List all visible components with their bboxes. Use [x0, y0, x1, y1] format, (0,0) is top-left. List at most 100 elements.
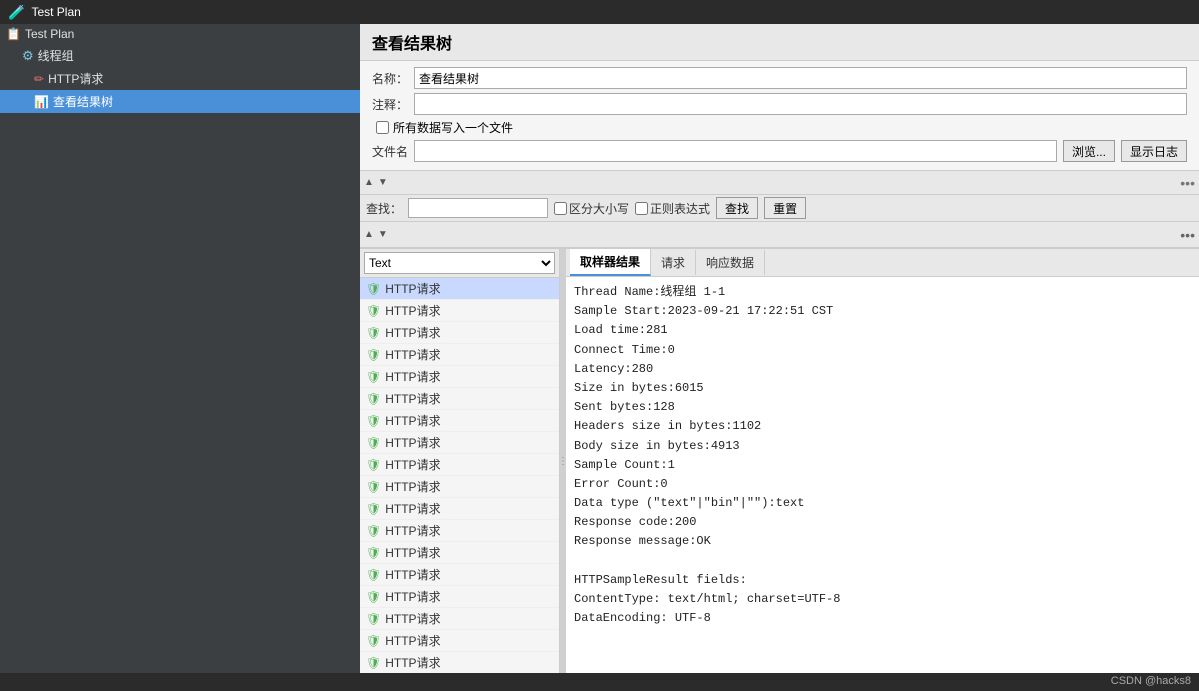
- left-panel: Text HTML JSON XML RegExp 🛡 HTTP请求 🛡: [360, 249, 560, 673]
- page-title: 查看结果树: [372, 36, 452, 53]
- sidebar-item-test-plan[interactable]: 📋 Test Plan: [0, 24, 360, 44]
- sidebar-item-label-test-plan: Test Plan: [25, 27, 74, 41]
- form-area: 名称： 注释： 所有数据写入一个文件 文件名 浏览... 显示日志: [360, 61, 1199, 171]
- http-list-item-1[interactable]: 🛡 HTTP请求: [360, 300, 559, 322]
- http-list-item-9[interactable]: 🛡 HTTP请求: [360, 476, 559, 498]
- http-item-label-3: HTTP请求: [385, 346, 440, 363]
- format-select[interactable]: Text HTML JSON XML RegExp: [364, 252, 555, 274]
- bottom-text: CSDN @hacks8: [1111, 675, 1191, 687]
- regex-label[interactable]: 正则表达式: [635, 200, 710, 217]
- shield-icon-5: 🛡: [366, 392, 381, 406]
- down-arrow-1[interactable]: ▼: [378, 177, 388, 188]
- upper-toolbar: ▲ ▼ •••: [360, 171, 1199, 195]
- http-list-item-2[interactable]: 🛡 HTTP请求: [360, 322, 559, 344]
- name-label: 名称：: [372, 70, 408, 87]
- http-item-label-13: HTTP请求: [385, 566, 440, 583]
- bottom-bar: CSDN @hacks8: [0, 673, 1199, 691]
- content-header: 查看结果树: [360, 24, 1199, 61]
- http-list-item-11[interactable]: 🛡 HTTP请求: [360, 520, 559, 542]
- all-data-checkbox[interactable]: [376, 121, 389, 134]
- http-list-item-4[interactable]: 🛡 HTTP请求: [360, 366, 559, 388]
- shield-icon-14: 🛡: [366, 590, 381, 604]
- http-list-item-5[interactable]: 🛡 HTTP请求: [360, 388, 559, 410]
- http-item-label-17: HTTP请求: [385, 654, 440, 671]
- http-list-item-6[interactable]: 🛡 HTTP请求: [360, 410, 559, 432]
- shield-icon-7: 🛡: [366, 436, 381, 450]
- http-list: 🛡 HTTP请求 🛡 HTTP请求 🛡 HTTP请求 🛡 HTTP请求: [360, 278, 559, 673]
- up-arrow-1[interactable]: ▲: [364, 177, 374, 188]
- sidebar-item-http-request[interactable]: ✏ HTTP请求: [0, 67, 360, 90]
- http-item-label-7: HTTP请求: [385, 434, 440, 451]
- shield-icon-13: 🛡: [366, 568, 381, 582]
- shield-icon-12: 🛡: [366, 546, 381, 560]
- main-layout: 📋 Test Plan ⚙ 线程组 ✏ HTTP请求 📊 查看结果树 查看结果树: [0, 24, 1199, 673]
- http-list-item-14[interactable]: 🛡 HTTP请求: [360, 586, 559, 608]
- http-item-label-15: HTTP请求: [385, 610, 440, 627]
- name-row: 名称：: [372, 67, 1187, 89]
- sidebar-item-thread-group[interactable]: ⚙ 线程组: [0, 44, 360, 67]
- shield-icon-10: 🛡: [366, 502, 381, 516]
- http-item-label-8: HTTP请求: [385, 456, 440, 473]
- comment-input[interactable]: [414, 93, 1187, 115]
- sidebar-item-view-result-tree[interactable]: 📊 查看结果树: [0, 90, 360, 113]
- shield-icon-0: 🛡: [366, 282, 381, 296]
- http-item-label-12: HTTP请求: [385, 544, 440, 561]
- http-list-item-13[interactable]: 🛡 HTTP请求: [360, 564, 559, 586]
- result-tabs: 取样器结果 请求 响应数据: [566, 249, 1199, 277]
- search-button[interactable]: 查找: [716, 197, 758, 219]
- case-sensitive-checkbox[interactable]: [554, 202, 567, 215]
- search-label: 查找：: [366, 200, 402, 217]
- http-list-item-8[interactable]: 🛡 HTTP请求: [360, 454, 559, 476]
- tab-request[interactable]: 请求: [651, 250, 696, 275]
- http-item-label-16: HTTP请求: [385, 632, 440, 649]
- http-list-item-16[interactable]: 🛡 HTTP请求: [360, 630, 559, 652]
- title-bar: 🧪 Test Plan: [0, 0, 1199, 24]
- up-arrow-2[interactable]: ▲: [364, 229, 374, 240]
- title-text: Test Plan: [31, 5, 80, 19]
- tree-icon: 📊: [34, 95, 49, 109]
- browse-button[interactable]: 浏览...: [1063, 140, 1115, 162]
- shield-icon-9: 🛡: [366, 480, 381, 494]
- shield-icon-17: 🛡: [366, 656, 381, 670]
- toolbar-dots-2[interactable]: •••: [1180, 227, 1195, 243]
- http-item-label-0: HTTP请求: [385, 280, 440, 297]
- file-input[interactable]: [414, 140, 1057, 162]
- file-label: 文件名: [372, 143, 408, 160]
- shield-icon-1: 🛡: [366, 304, 381, 318]
- file-row: 文件名 浏览... 显示日志: [372, 140, 1187, 162]
- http-item-label-2: HTTP请求: [385, 324, 440, 341]
- log-button[interactable]: 显示日志: [1121, 140, 1187, 162]
- http-list-item-17[interactable]: 🛡 HTTP请求: [360, 652, 559, 673]
- http-item-label-4: HTTP请求: [385, 368, 440, 385]
- all-data-row: 所有数据写入一个文件: [372, 119, 1187, 136]
- http-list-item-3[interactable]: 🛡 HTTP请求: [360, 344, 559, 366]
- name-input[interactable]: [414, 67, 1187, 89]
- http-item-label-5: HTTP请求: [385, 390, 440, 407]
- regex-checkbox[interactable]: [635, 202, 648, 215]
- http-item-label-10: HTTP请求: [385, 500, 440, 517]
- http-list-item-10[interactable]: 🛡 HTTP请求: [360, 498, 559, 520]
- shield-icon-2: 🛡: [366, 326, 381, 340]
- http-icon: ✏: [34, 72, 44, 86]
- tab-sampler-result[interactable]: 取样器结果: [570, 249, 651, 276]
- http-item-label-9: HTTP请求: [385, 478, 440, 495]
- http-item-label-14: HTTP请求: [385, 588, 440, 605]
- comment-row: 注释：: [372, 93, 1187, 115]
- reset-button[interactable]: 重置: [764, 197, 806, 219]
- http-list-item-7[interactable]: 🛡 HTTP请求: [360, 432, 559, 454]
- case-sensitive-label[interactable]: 区分大小写: [554, 200, 629, 217]
- http-list-item-0[interactable]: 🛡 HTTP请求: [360, 278, 559, 300]
- shield-icon-8: 🛡: [366, 458, 381, 472]
- http-list-item-15[interactable]: 🛡 HTTP请求: [360, 608, 559, 630]
- shield-icon-6: 🛡: [366, 414, 381, 428]
- http-list-item-12[interactable]: 🛡 HTTP请求: [360, 542, 559, 564]
- tab-response-data[interactable]: 响应数据: [696, 250, 765, 275]
- toolbar-dots-1[interactable]: •••: [1180, 175, 1195, 191]
- search-input[interactable]: [408, 198, 548, 218]
- down-arrow-2[interactable]: ▼: [378, 229, 388, 240]
- plan-icon: 📋: [6, 27, 21, 41]
- result-content: Thread Name:线程组 1-1 Sample Start:2023-09…: [566, 277, 1199, 673]
- http-item-label-11: HTTP请求: [385, 522, 440, 539]
- shield-icon-11: 🛡: [366, 524, 381, 538]
- lower-area: Text HTML JSON XML RegExp 🛡 HTTP请求 🛡: [360, 248, 1199, 673]
